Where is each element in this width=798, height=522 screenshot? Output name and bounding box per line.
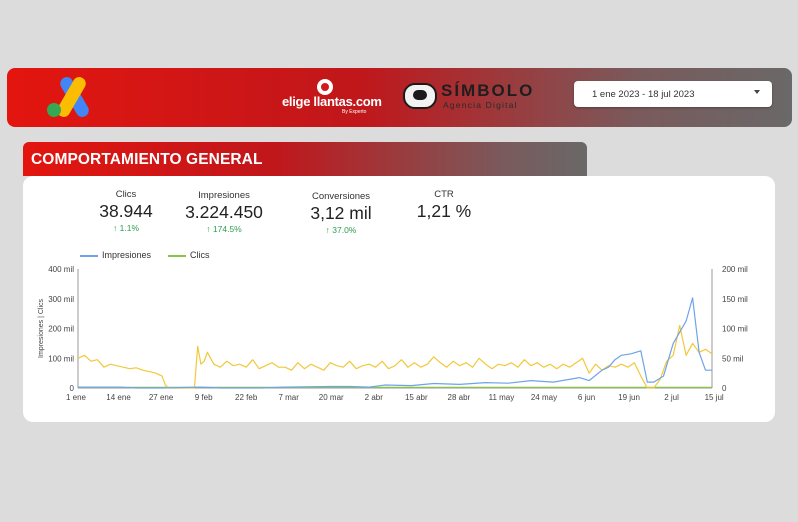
- x-tick-label: 6 jun: [578, 393, 595, 402]
- x-tick-label: 7 mar: [278, 393, 299, 402]
- google-ads-logo: [47, 77, 89, 117]
- y-tick-label-right: 150 mil: [722, 295, 748, 304]
- line-chart: 0 100 mil 200 mil 300 mil 400 mil 0 50 mil 100 …: [38, 265, 748, 402]
- simbolo-wordmark: SÍMBOLO: [441, 81, 535, 100]
- y-tick-label-left: 200 mil: [48, 325, 74, 334]
- x-tick-label: 15 abr: [405, 393, 428, 402]
- date-range-selector[interactable]: 1 ene 2023 - 18 jul 2023: [574, 81, 772, 107]
- y-axis-label: Impresiones | Clics: [38, 299, 45, 359]
- x-tick-label: 9 feb: [195, 393, 213, 402]
- x-tick-label: 22 feb: [235, 393, 258, 402]
- y-tick-label-left: 0: [70, 384, 75, 393]
- y-tick-label-right: 50 mil: [722, 354, 744, 363]
- x-tick-label: 15 jul: [705, 393, 724, 402]
- x-tick-label: 14 ene: [106, 393, 131, 402]
- eligellantas-subtitle: By Experto: [342, 109, 367, 115]
- y-tick-label-left: 100 mil: [48, 354, 74, 363]
- series-line-impresiones: [78, 297, 712, 389]
- section-title: COMPORTAMIENTO GENERAL: [31, 151, 263, 168]
- x-tick-label: 27 ene: [149, 393, 174, 402]
- date-range-value: 1 ene 2023 - 18 jul 2023: [592, 89, 695, 100]
- eligellantas-wordmark: elige llantas.com: [282, 94, 382, 109]
- x-tick-label: 2 abr: [365, 393, 384, 402]
- caret-down-icon: [754, 90, 760, 94]
- eligellantas-logo: elige llantas.com By Experto: [282, 78, 382, 118]
- y-tick-label-left: 300 mil: [48, 295, 74, 304]
- section-banner: COMPORTAMIENTO GENERAL: [23, 142, 587, 176]
- y-tick-label-right: 100 mil: [722, 325, 748, 334]
- x-tick-label: 2 jul: [664, 393, 679, 402]
- x-tick-label: 28 abr: [448, 393, 471, 402]
- y-tick-label-right: 0: [722, 384, 727, 393]
- simbolo-logo: SÍMBOLO Agencia Digital: [403, 80, 532, 112]
- simbolo-mark-icon: [403, 83, 437, 109]
- x-tick-label: 11 may: [489, 393, 515, 402]
- x-tick-label: 1 ene: [66, 393, 87, 402]
- x-tick-label: 19 jun: [618, 393, 640, 402]
- series-line-ctr: [77, 324, 713, 389]
- x-tick-label: 20 mar: [319, 393, 344, 402]
- y-tick-label-left: 400 mil: [48, 265, 74, 274]
- simbolo-tagline: Agencia Digital: [443, 100, 518, 110]
- y-tick-label-right: 200 mil: [722, 265, 748, 274]
- x-tick-label: 24 may: [531, 393, 557, 402]
